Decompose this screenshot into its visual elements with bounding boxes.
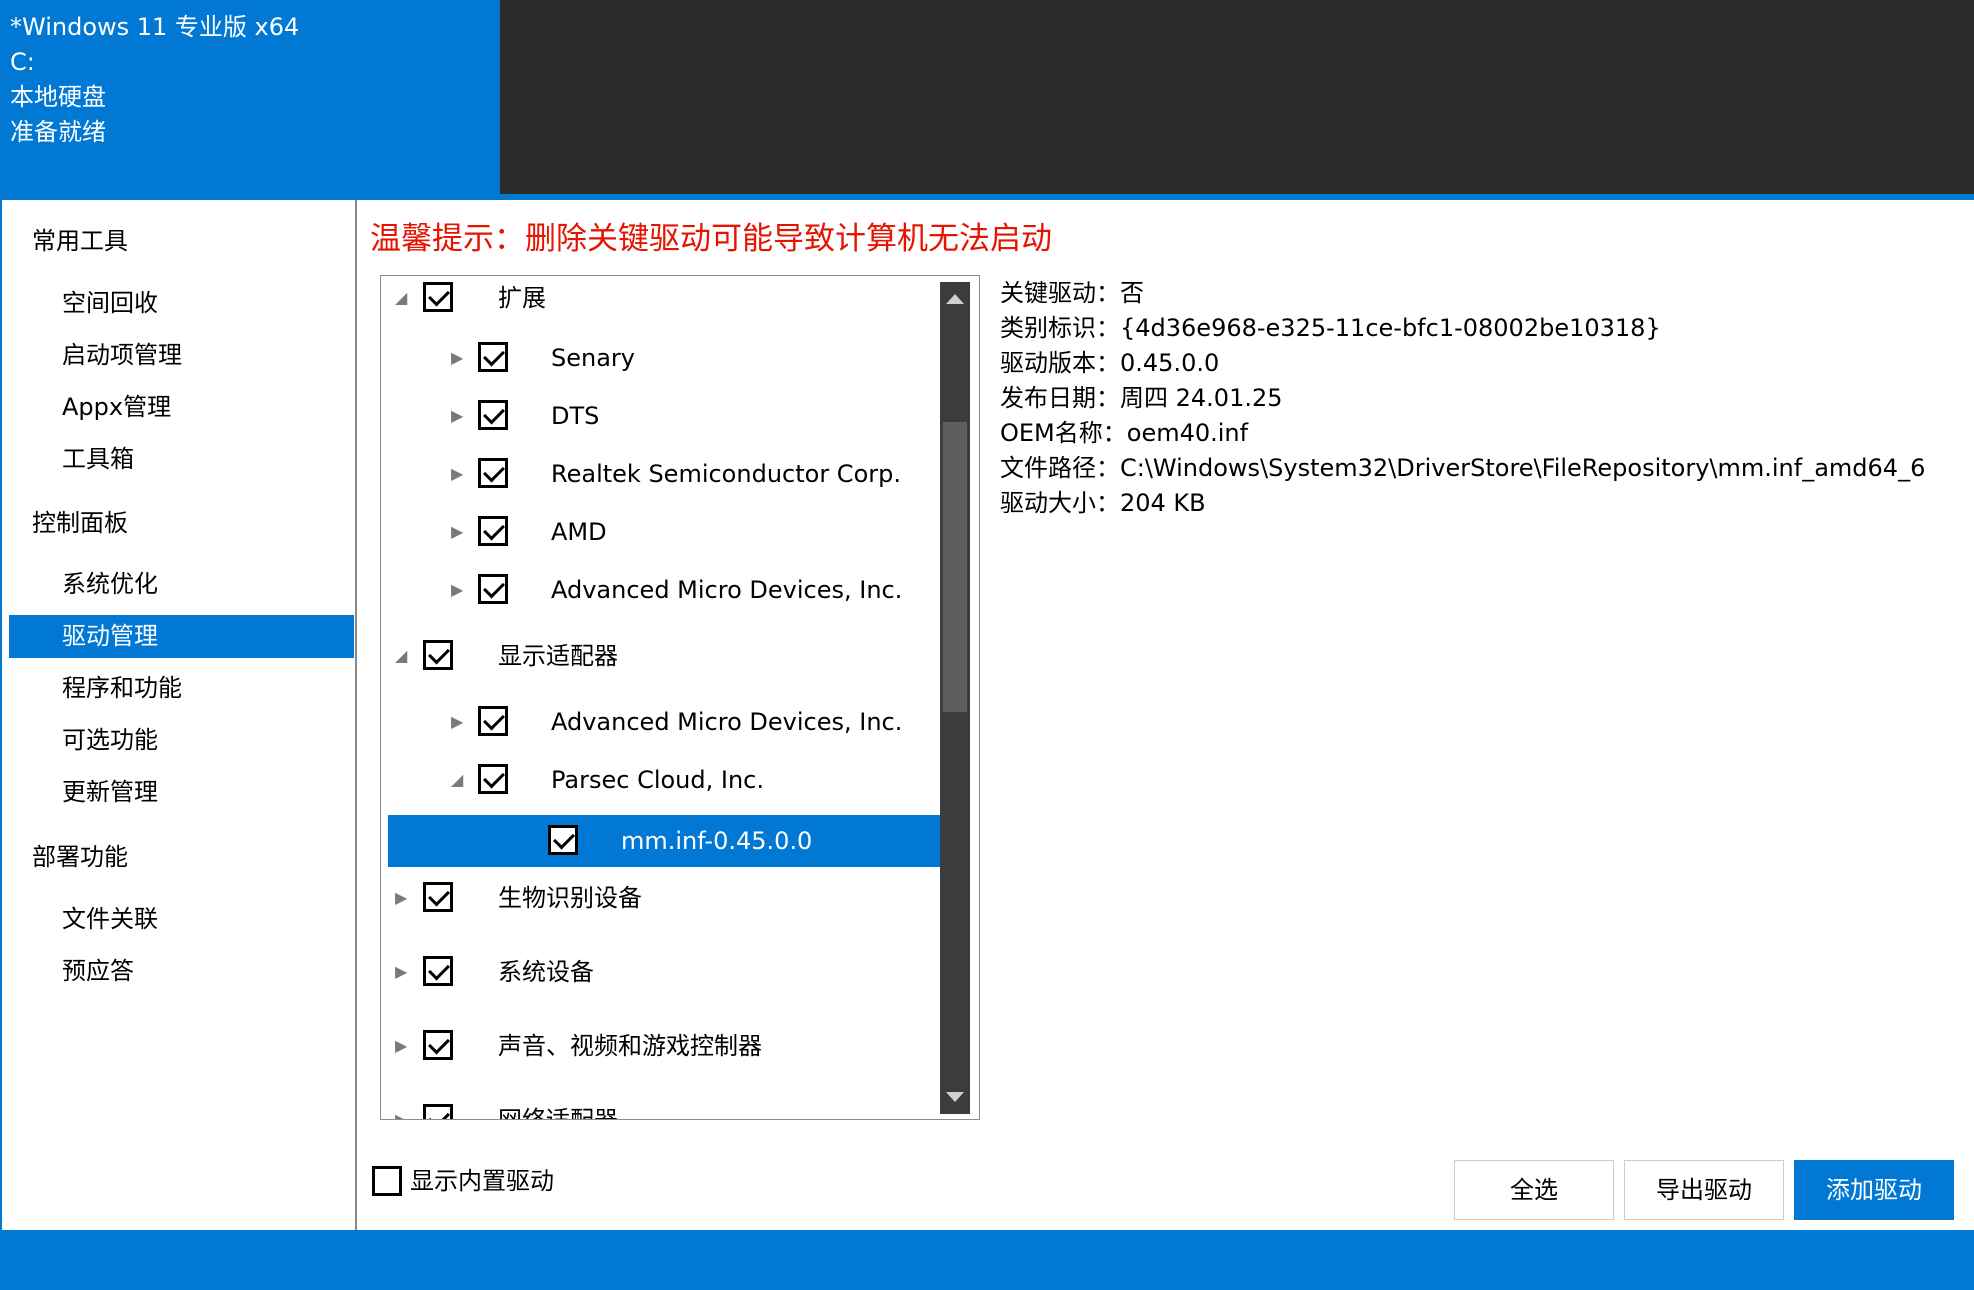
expand-arrow-icon[interactable]: ▶ [451,347,463,369]
tree-node[interactable]: ▶ 声音、视频和游戏控制器 [381,1020,941,1072]
sidebar-section-common-tools[interactable]: 常用工具 [32,220,128,263]
sidebar-item-appx[interactable]: Appx管理 [2,386,355,429]
tree-node-label: Realtek Semiconductor Corp. [551,460,901,488]
scroll-down-arrow-icon[interactable] [946,1092,964,1102]
scrollbar-thumb[interactable] [943,422,967,712]
tree-node-label: Advanced Micro Devices, Inc. [551,708,903,736]
checkbox-checked[interactable] [423,1104,453,1119]
checkbox-checked[interactable] [423,640,453,670]
tree-node-label: 扩展 [498,284,546,312]
sidebar-item-unattend[interactable]: 预应答 [2,950,355,993]
tree-node[interactable]: ▶ AMD [381,506,941,558]
expand-arrow-icon[interactable]: ▶ [395,961,407,983]
tree-node[interactable]: ▶ DTS [381,390,941,442]
checkbox-checked[interactable] [548,825,578,855]
expand-arrow-icon[interactable]: ▶ [451,405,463,427]
checkbox-checked[interactable] [423,282,453,312]
tree-node[interactable]: ▶ Advanced Micro Devices, Inc. [381,696,941,748]
tree-node[interactable]: ◢ 扩展 [381,276,941,324]
add-driver-button[interactable]: 添加驱动 [1794,1160,1954,1220]
expand-arrow-icon[interactable]: ▶ [451,463,463,485]
expand-arrow-icon[interactable]: ▶ [451,521,463,543]
image-title: *Windows 11 专业版 x64 [10,13,300,41]
status-text: 准备就绪 [10,118,106,146]
tree-node[interactable]: ▶ Realtek Semiconductor Corp. [381,448,941,500]
checkbox-checked[interactable] [478,458,508,488]
tree-node[interactable]: ◢ Parsec Cloud, Inc. [381,754,941,806]
collapse-arrow-icon[interactable]: ◢ [451,769,463,791]
tree-node[interactable]: ▶ 系统设备 [381,946,941,998]
tree-node-label: Senary [551,344,635,372]
tree-node-label: mm.inf-0.45.0.0 [621,827,813,855]
tree-node[interactable]: ▶ 网络适配器 [381,1094,941,1120]
sidebar-item-driver-management[interactable]: 驱动管理 [9,615,354,658]
sidebar: 常用工具 空间回收 启动项管理 Appx管理 工具箱 控制面板 系统优化 驱动管… [2,200,357,1230]
checkbox-checked[interactable] [478,764,508,794]
tree-node-label: Parsec Cloud, Inc. [551,766,764,794]
tree-node-label: AMD [551,518,607,546]
tree-node-label: 系统设备 [498,958,594,986]
scroll-up-arrow-icon[interactable] [946,294,964,304]
tree-node-label: 网络适配器 [498,1106,618,1120]
tree-node-label: Advanced Micro Devices, Inc. [551,576,903,604]
checkbox-checked[interactable] [478,574,508,604]
expand-arrow-icon[interactable]: ▶ [395,887,407,909]
expand-arrow-icon[interactable]: ▶ [395,1035,407,1057]
driver-tree[interactable]: ◢ 扩展 ▶ Senary ▶ DTS ▶ Realtek Semiconduc… [380,275,980,1120]
detail-class-id: 类别标识：{4d36e968-e325-11ce-bfc1-08002be103… [1000,314,1661,342]
tree-node[interactable]: ▶ Senary [381,332,941,384]
sidebar-item-toolbox[interactable]: 工具箱 [2,438,355,481]
tree-node-label: 声音、视频和游戏控制器 [498,1032,762,1060]
sidebar-item-space-reclaim[interactable]: 空间回收 [2,282,355,325]
sidebar-item-system-optimize[interactable]: 系统优化 [2,563,355,606]
detail-size: 驱动大小：204 KB [1000,489,1206,517]
tree-node-label: 生物识别设备 [498,884,642,912]
collapse-arrow-icon[interactable]: ◢ [395,287,407,309]
disk-type: 本地硬盘 [10,83,106,111]
image-info-panel: *Windows 11 专业版 x64 C: 本地硬盘 准备就绪 [0,0,500,197]
expand-arrow-icon[interactable]: ▶ [451,579,463,601]
checkbox-checked[interactable] [423,882,453,912]
detail-file-path: 文件路径：C:\Windows\System32\DriverStore\Fil… [1000,454,1925,482]
show-builtin-label[interactable]: 显示内置驱动 [410,1160,554,1202]
checkbox-checked[interactable] [478,706,508,736]
sidebar-item-file-association[interactable]: 文件关联 [2,898,355,941]
sidebar-section-control-panel[interactable]: 控制面板 [32,502,128,545]
tree-node-label: 显示适配器 [498,642,618,670]
tree-scrollbar[interactable] [940,282,970,1114]
tree-node[interactable]: ◢ 显示适配器 [381,630,941,682]
expand-arrow-icon[interactable]: ▶ [451,711,463,733]
expand-arrow-icon[interactable]: ▶ [395,1109,407,1119]
checkbox-checked[interactable] [478,400,508,430]
warning-text: 温馨提示：删除关键驱动可能导致计算机无法启动 [370,221,1052,257]
sidebar-section-deploy[interactable]: 部署功能 [32,836,128,879]
sidebar-item-optional-features[interactable]: 可选功能 [2,719,355,762]
sidebar-item-startup[interactable]: 启动项管理 [2,334,355,377]
checkbox-checked[interactable] [423,956,453,986]
checkbox-checked[interactable] [423,1030,453,1060]
status-footer [0,1230,1974,1290]
detail-oem-name: OEM名称：oem40.inf [1000,419,1249,447]
checkbox-checked[interactable] [478,342,508,372]
sidebar-item-update-management[interactable]: 更新管理 [2,771,355,814]
sidebar-item-programs[interactable]: 程序和功能 [2,667,355,710]
export-driver-button[interactable]: 导出驱动 [1624,1160,1784,1220]
detail-release-date: 发布日期：周四 24.01.25 [1000,384,1283,412]
tree-node-selected[interactable]: mm.inf-0.45.0.0 [388,815,941,867]
header-dark-area [500,0,1974,197]
checkbox-checked[interactable] [478,516,508,546]
tree-node[interactable]: ▶ 生物识别设备 [381,872,941,924]
tree-node-label: DTS [551,402,600,430]
detail-version: 驱动版本：0.45.0.0 [1000,349,1220,377]
collapse-arrow-icon[interactable]: ◢ [395,645,407,667]
select-all-button[interactable]: 全选 [1454,1160,1614,1220]
driver-details: 关键驱动：否 类别标识：{4d36e968-e325-11ce-bfc1-080… [1000,276,1925,521]
show-builtin-checkbox[interactable] [372,1166,402,1196]
tree-node[interactable]: ▶ Advanced Micro Devices, Inc. [381,564,941,616]
drive-letter: C: [10,48,35,76]
detail-critical: 关键驱动：否 [1000,279,1144,307]
